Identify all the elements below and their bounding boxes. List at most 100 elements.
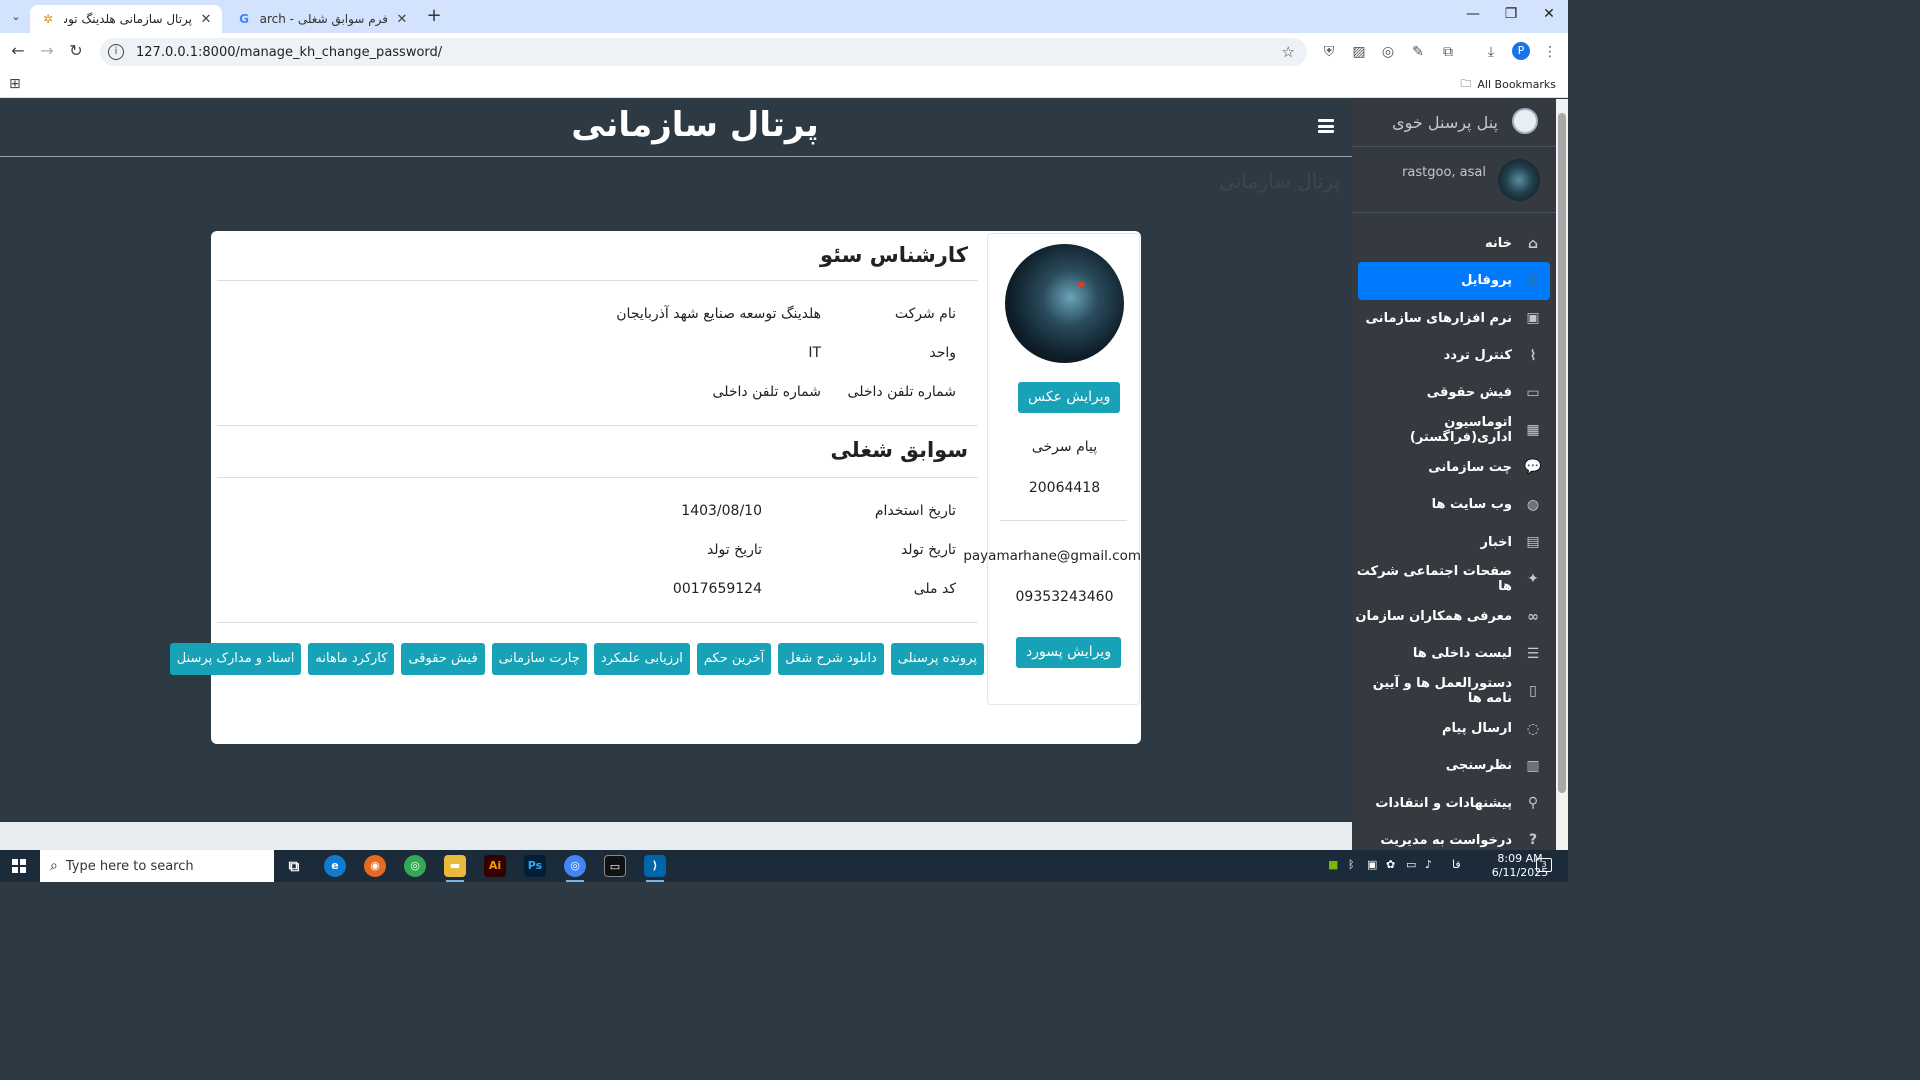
brand-text: پنل پرسنل خوی	[1392, 113, 1498, 132]
feedback-icon: ⚲	[1527, 795, 1539, 812]
close-tab-icon[interactable]: ✕	[198, 12, 214, 27]
url-text[interactable]: 127.0.0.1:8000/manage_kh_change_password…	[136, 45, 1282, 60]
divider	[217, 622, 978, 623]
page-title: پرتال سازمانی	[571, 105, 819, 145]
sidebar-item-0[interactable]: ⌂ خانه	[1352, 225, 1556, 262]
org-chart-button[interactable]: چارت سازمانی	[491, 643, 587, 675]
menu-dots-icon[interactable]: ⋮	[1541, 43, 1559, 61]
sidebar-item-9[interactable]: ✦ صفحات اجتماعی شرکت ها	[1352, 561, 1556, 598]
taskbar-search-input[interactable]: ⌕ Type here to search	[40, 850, 274, 882]
tab-title: فرم سوابق شغلی - Google Search	[260, 12, 388, 26]
performance-evaluation-button[interactable]: ارزیابی علمکرد	[593, 643, 690, 675]
sidebar-item-4[interactable]: ▭ فیش حقوقی	[1352, 374, 1556, 411]
download-job-description-button[interactable]: دانلود شرح شغل	[778, 643, 884, 675]
back-arrow-icon[interactable]: ←	[8, 41, 28, 61]
volume-icon[interactable]: ♪	[1425, 858, 1432, 871]
sidebar-brand[interactable]: پنل پرسنل خوی	[1352, 99, 1556, 147]
network-icon[interactable]: ▭	[1406, 858, 1416, 871]
company-value: هلدینگ توسعه صنایع شهد آذربایجان	[616, 306, 821, 322]
tab-search-chevron-icon[interactable]: ⌄	[6, 8, 26, 26]
profile-avatar[interactable]: P	[1512, 42, 1530, 60]
all-bookmarks-label: All Bookmarks	[1477, 78, 1556, 91]
edit-password-button[interactable]: ویرایش پسورد	[1016, 637, 1122, 668]
payslip-button[interactable]: فیش حقوقی	[401, 643, 485, 675]
illustrator-icon[interactable]: Ai	[484, 855, 506, 877]
reload-icon[interactable]: ↻	[66, 41, 86, 61]
building-icon: ▦	[1526, 422, 1540, 439]
user-name[interactable]: rastgoo, asal	[1402, 165, 1486, 180]
edit-photo-button[interactable]: ویرایش عکس	[1018, 382, 1121, 413]
profile-photo	[1005, 244, 1124, 363]
page-footer	[0, 822, 1352, 850]
sidebar-item-8[interactable]: ▤ اخبار	[1352, 523, 1556, 560]
apps-grid-icon[interactable]: ⊞	[9, 76, 21, 92]
sidebar-item-14[interactable]: ▥ نظرسنجی	[1352, 747, 1556, 784]
shield-extension-icon[interactable]: ⛨	[1320, 43, 1338, 61]
download-icon[interactable]: ⤓	[1482, 43, 1500, 61]
terminal-icon[interactable]: ▭	[604, 855, 626, 877]
sidebar-item-12[interactable]: ▯ دستورالعمل ها و آیین نامه ها	[1352, 673, 1556, 710]
birth-date-value: تاریخ تولد	[706, 542, 762, 558]
compass-extension-icon[interactable]: ◎	[1379, 43, 1397, 61]
sidebar-scrollbar[interactable]	[1556, 99, 1568, 850]
hire-date-label: تاریخ استخدام	[874, 503, 956, 519]
browser-tab-google[interactable]: G فرم سوابق شغلی - Google Search ✕	[226, 5, 418, 33]
action-buttons: پرونده پرسنلی دانلود شرح شغل آخرین حکم ا…	[169, 643, 986, 675]
pen-extension-icon[interactable]: ✎	[1409, 43, 1427, 61]
bluetooth-icon[interactable]: ᛒ	[1348, 858, 1355, 871]
new-tab-button[interactable]: +	[424, 6, 444, 26]
browser-tab-active[interactable]: ✲ پرتال سازمانی هلدینگ توسعه صنا ✕	[30, 5, 222, 33]
firefox-icon[interactable]: ◉	[364, 855, 386, 877]
language-indicator[interactable]: فا	[1452, 858, 1461, 871]
tray-app-icon[interactable]: ✿	[1386, 858, 1395, 871]
close-tab-icon[interactable]: ✕	[394, 12, 410, 27]
latest-decree-button[interactable]: آخرین حکم	[696, 643, 772, 675]
sidebar-item-16[interactable]: ? درخواست به مدیریت	[1352, 822, 1556, 850]
restore-icon[interactable]: ❐	[1501, 6, 1521, 22]
minimize-icon[interactable]: —	[1463, 6, 1483, 22]
forward-arrow-icon[interactable]: →	[37, 41, 57, 61]
bookmark-star-icon[interactable]: ☆	[1282, 43, 1295, 61]
sidebar-item-13[interactable]: ◌ ارسال پیام	[1352, 710, 1556, 747]
sidebar-item-11[interactable]: ☰ لیست داخلی ها	[1352, 635, 1556, 672]
nvidia-icon[interactable]: ■	[1328, 858, 1338, 871]
sidebar-item-label: فیش حقوقی	[1426, 385, 1512, 401]
hamburger-menu-icon[interactable]	[1318, 119, 1334, 133]
sidebar-item-1[interactable]: 👤 پروفایل	[1358, 262, 1550, 300]
monthly-performance-button[interactable]: کارکرد ماهانه	[308, 643, 395, 675]
image-extension-icon[interactable]: ▨	[1350, 43, 1368, 61]
windows-start-icon[interactable]	[12, 859, 26, 873]
sidebar-item-7[interactable]: ◍ وب سایت ها	[1352, 486, 1556, 523]
sidebar-item-2[interactable]: ▣ نرم افزارهای سازمانی	[1352, 300, 1556, 337]
chrome-icon[interactable]: ◎	[404, 855, 426, 877]
personnel-documents-button[interactable]: اسناد و مدارک پرسنل	[169, 643, 302, 675]
close-window-icon[interactable]: ✕	[1539, 6, 1559, 22]
hire-date-value: 1403/08/10	[681, 503, 762, 519]
phone-number: 09353243460	[1015, 589, 1114, 605]
vscode-icon[interactable]: ⟩	[644, 855, 666, 882]
browser-tab-strip: ⌄ ✲ پرتال سازمانی هلدینگ توسعه صنا ✕ G ف…	[0, 0, 1568, 33]
divider	[217, 425, 978, 426]
scrollbar-thumb[interactable]	[1558, 113, 1566, 793]
puzzle-extension-icon[interactable]: ⧉	[1439, 43, 1457, 61]
notification-center-icon[interactable]: 3	[1536, 858, 1552, 872]
sidebar-nav: ⌂ خانه 👤 پروفایل ▣ نرم افزارهای سازمانی ⌇ کنترل…	[1352, 225, 1556, 850]
edge-icon[interactable]: e	[324, 855, 346, 877]
sidebar-item-15[interactable]: ⚲ پیشنهادات و انتقادات	[1352, 784, 1556, 821]
avatar	[1498, 159, 1540, 201]
personnel-file-button[interactable]: پرونده پرسنلی	[890, 643, 984, 675]
address-bar[interactable]: i 127.0.0.1:8000/manage_kh_change_passwo…	[100, 38, 1307, 66]
sidebar-item-3[interactable]: ⌇ کنترل تردد	[1352, 337, 1556, 374]
task-view-icon[interactable]: ⧉	[283, 855, 305, 877]
chat-icon: 💬	[1524, 459, 1542, 476]
photoshop-icon[interactable]: Ps	[524, 855, 546, 877]
file-explorer-icon[interactable]: ▬	[444, 855, 466, 882]
sidebar-item-5[interactable]: ▦ اتوماسیون اداری(فراگستر)	[1352, 411, 1556, 448]
site-info-icon[interactable]: i	[108, 44, 124, 60]
sidebar-item-10[interactable]: ∞ معرفی همکاران سازمان	[1352, 598, 1556, 635]
sidebar-user-panel[interactable]: rastgoo, asal	[1352, 147, 1556, 213]
chrome-active-icon[interactable]: ◎	[564, 855, 586, 882]
all-bookmarks-button[interactable]: 🗀 All Bookmarks	[1460, 75, 1556, 94]
tray-app-icon[interactable]: ▣	[1367, 858, 1377, 871]
sidebar-item-6[interactable]: 💬 چت سازمانی	[1352, 449, 1556, 486]
